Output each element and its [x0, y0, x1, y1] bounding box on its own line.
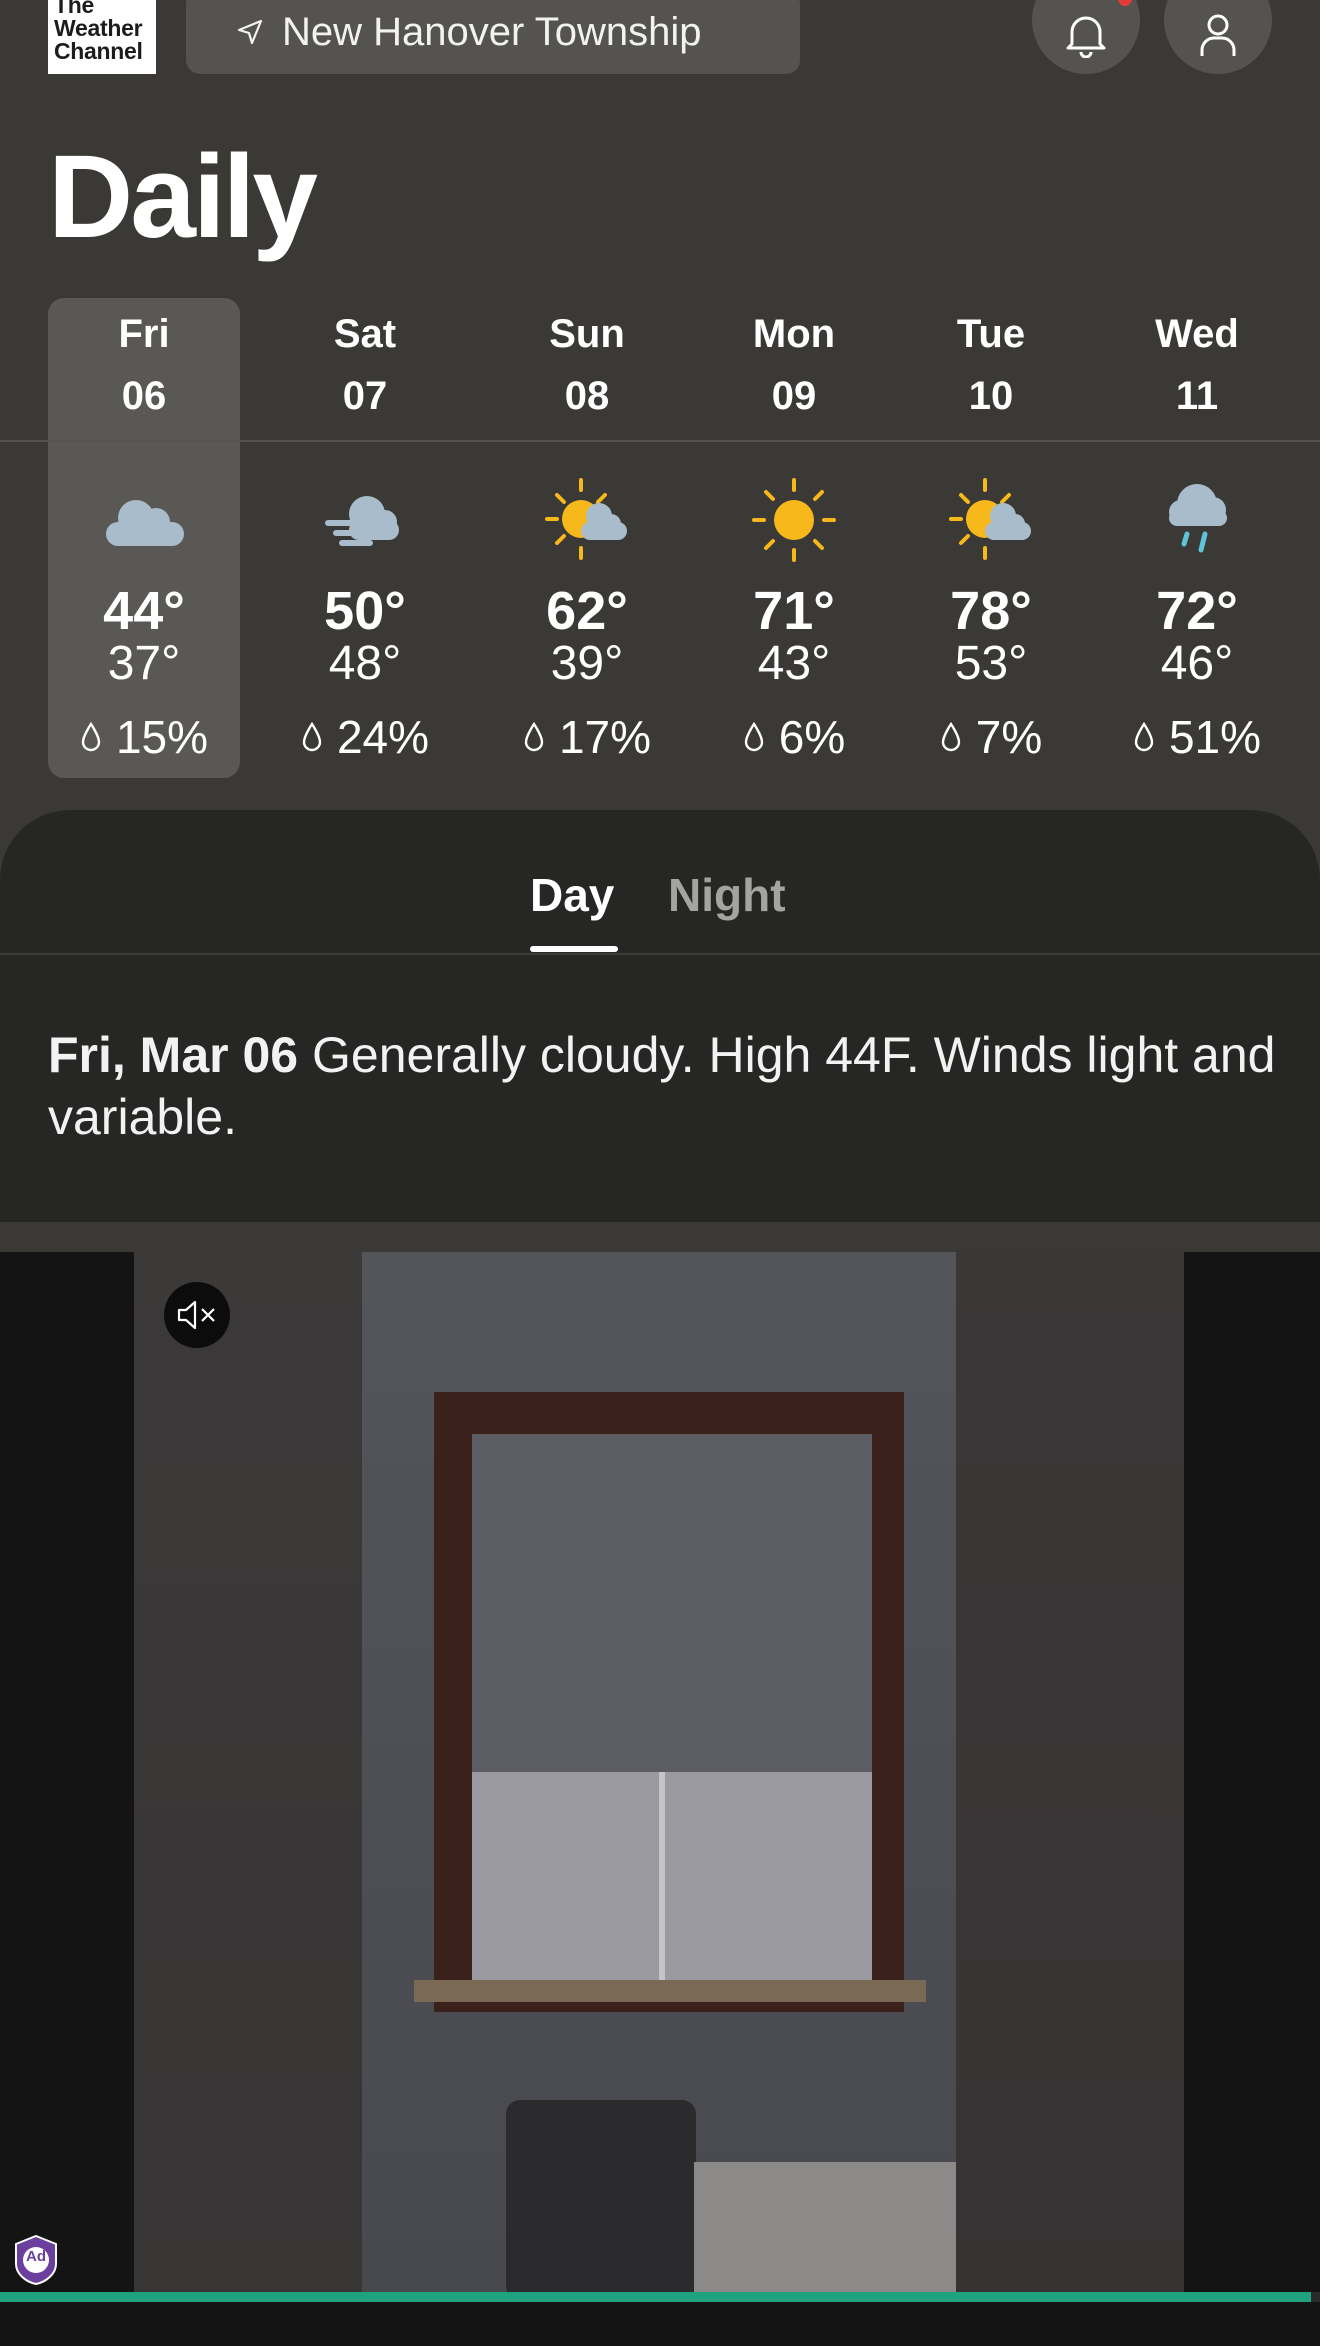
ad-badge-label: Ad	[26, 2248, 46, 2265]
day-date: 09	[771, 374, 817, 418]
day-date: 10	[968, 374, 1014, 418]
day-name: Fri	[118, 312, 170, 356]
precip-value: 6%	[778, 711, 846, 763]
low-temp: 43°	[757, 637, 831, 690]
low-temp: 53°	[954, 637, 1028, 690]
day-column-sun[interactable]: Sun 08 62° 39° 17%	[487, 298, 687, 778]
tabs-divider	[0, 953, 1320, 955]
high-temp: 78°	[950, 581, 1032, 641]
precip-value: 7%	[975, 711, 1043, 763]
low-temp: 37°	[107, 637, 181, 690]
notifications-button[interactable]	[1032, 0, 1140, 74]
low-temp: 48°	[328, 637, 402, 690]
tab-day[interactable]: Day	[530, 868, 614, 922]
precip-chance: 24%	[265, 710, 465, 764]
day-date: 06	[121, 374, 167, 418]
navigation-arrow-icon	[236, 18, 264, 46]
day-column-fri[interactable]: Fri 06 44° 37° 15%	[44, 298, 244, 778]
raindrop-icon	[940, 721, 962, 753]
logo-line-3: Channel	[54, 38, 143, 64]
user-icon	[1198, 12, 1238, 58]
precip-value: 17%	[558, 711, 652, 763]
adchoices-badge[interactable]: Ad	[12, 2234, 60, 2286]
raindrop-icon	[523, 721, 545, 753]
active-tab-indicator	[530, 946, 618, 952]
precip-chance: 7%	[891, 710, 1091, 764]
video-ad[interactable]: Ad	[0, 1252, 1320, 2346]
raindrop-icon	[743, 721, 765, 753]
speaker-muted-icon	[175, 1298, 219, 1332]
day-date: 08	[564, 374, 610, 418]
day-name: Sat	[333, 312, 397, 356]
day-date: 11	[1175, 374, 1219, 418]
day-name: Tue	[956, 312, 1026, 356]
day-column-tue[interactable]: Tue 10 78° 53° 7%	[891, 298, 1091, 778]
profile-button[interactable]	[1164, 0, 1272, 74]
day-column-wed[interactable]: Wed 11 72° 46° 51%	[1097, 298, 1297, 778]
section-separator	[0, 1222, 1320, 1252]
raindrop-icon	[1133, 721, 1155, 753]
cloudy-icon	[98, 474, 190, 566]
high-temp: 72°	[1156, 581, 1238, 641]
forecast-description: Fri, Mar 06 Generally cloudy. High 44F. …	[48, 1024, 1278, 1148]
day-column-mon[interactable]: Mon 09 71° 43° 6%	[694, 298, 894, 778]
precip-value: 15%	[115, 711, 209, 763]
bell-icon	[1064, 12, 1108, 58]
precip-chance: 51%	[1097, 710, 1297, 764]
day-name: Sun	[549, 312, 625, 356]
logo-line-2: Weather	[54, 15, 143, 41]
daily-forecast-strip: Fri 06 44° 37° 15% Sat 07 50° 48° 24% Su…	[0, 298, 1320, 778]
high-temp: 50°	[324, 581, 406, 641]
day-date: 07	[342, 374, 388, 418]
details-sheet: Day Night Fri, Mar 06 Generally cloudy. …	[0, 810, 1320, 1222]
sunny-icon	[748, 474, 840, 566]
day-name: Wed	[1155, 312, 1239, 356]
raindrop-icon	[301, 721, 323, 753]
high-temp: 71°	[753, 581, 835, 641]
location-button[interactable]: New Hanover Township	[186, 0, 800, 74]
ad-progress-fill	[0, 2292, 1311, 2302]
precip-value: 24%	[336, 711, 430, 763]
precip-chance: 17%	[487, 710, 687, 764]
high-temp: 62°	[546, 581, 628, 641]
precip-chance: 6%	[694, 710, 894, 764]
day-column-sat[interactable]: Sat 07 50° 48° 24%	[265, 298, 465, 778]
weather-channel-logo[interactable]: The Weather Channel	[48, 0, 156, 74]
forecast-date: Fri, Mar 06	[48, 1027, 299, 1083]
partly-cloudy-icon	[945, 474, 1037, 566]
location-name: New Hanover Township	[282, 9, 702, 54]
rain-icon	[1151, 474, 1243, 566]
mute-button[interactable]	[164, 1282, 230, 1348]
raindrop-icon	[80, 721, 102, 753]
page-title: Daily	[48, 131, 318, 263]
low-temp: 39°	[550, 637, 624, 690]
ad-progress-bar	[0, 2292, 1320, 2302]
day-night-tabs: Day Night	[0, 810, 1320, 955]
precip-chance: 15%	[44, 710, 244, 764]
low-temp: 46°	[1160, 637, 1234, 690]
high-temp: 44°	[103, 581, 185, 641]
ad-video-frame	[134, 1252, 1184, 2292]
partly-cloudy-icon	[541, 474, 633, 566]
precip-value: 51%	[1168, 711, 1262, 763]
windy-cloud-icon	[319, 474, 411, 566]
day-name: Mon	[752, 312, 836, 356]
tab-night[interactable]: Night	[668, 868, 786, 922]
